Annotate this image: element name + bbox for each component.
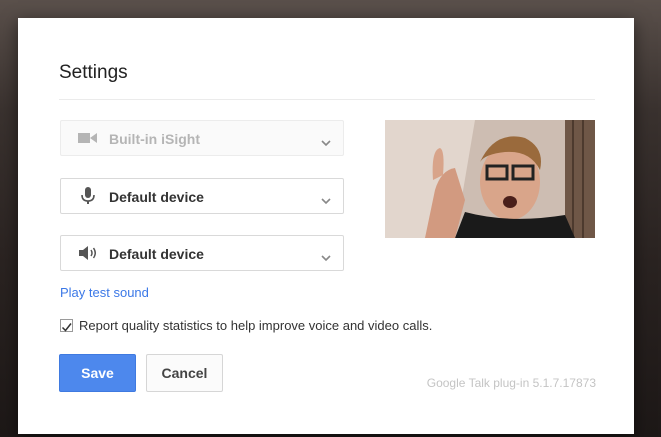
checkmark-icon — [61, 323, 72, 332]
camera-select-value: Built-in iSight — [109, 131, 200, 147]
report-stats-checkbox[interactable] — [60, 319, 73, 332]
speaker-icon — [77, 244, 99, 262]
play-test-sound-link[interactable]: Play test sound — [60, 285, 149, 300]
settings-dialog: Settings Built-in iSight Default device — [18, 18, 634, 434]
microphone-select[interactable]: Default device — [60, 178, 344, 214]
camera-preview — [385, 120, 595, 238]
title-divider — [59, 99, 595, 100]
dialog-title: Settings — [59, 62, 128, 83]
video-camera-icon — [77, 129, 99, 147]
plugin-version: Google Talk plug-in 5.1.7.17873 — [426, 376, 596, 390]
speaker-select[interactable]: Default device — [60, 235, 344, 271]
microphone-icon — [77, 187, 99, 205]
chevron-down-icon — [321, 134, 331, 147]
report-stats-label: Report quality statistics to help improv… — [79, 318, 433, 333]
microphone-select-value: Default device — [109, 189, 204, 205]
chevron-down-icon — [321, 249, 331, 262]
speaker-select-value: Default device — [109, 246, 204, 262]
chevron-down-icon — [321, 192, 331, 205]
save-button[interactable]: Save — [59, 354, 136, 392]
camera-select[interactable]: Built-in iSight — [60, 120, 344, 156]
cancel-button[interactable]: Cancel — [146, 354, 223, 392]
